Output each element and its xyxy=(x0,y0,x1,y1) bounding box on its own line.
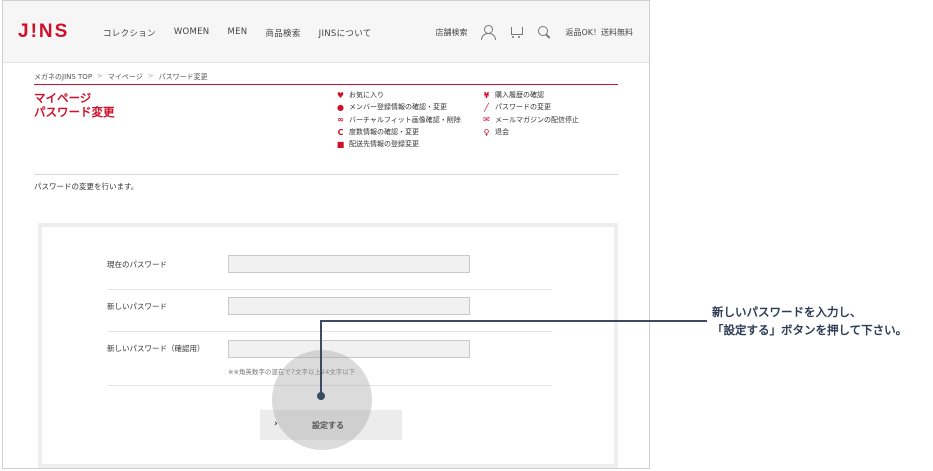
confirm-password-label: 新しいパスワード（確認用） xyxy=(107,344,205,353)
yen-icon: ¥ xyxy=(483,90,490,100)
nav-men[interactable]: MEN xyxy=(227,27,247,39)
callout-line1: 新しいパスワードを入力し、 xyxy=(712,305,862,319)
callout-line xyxy=(320,321,322,395)
menu-item-favorites[interactable]: ♥ お気に入り xyxy=(336,89,461,101)
row-divider xyxy=(107,331,552,332)
menu-item-shipping-address[interactable]: ■ 配送先情報の登録変更 xyxy=(336,138,461,150)
cart-icon[interactable] xyxy=(509,25,524,39)
menu-item-member-info[interactable]: ● メンバー登録情報の確認・変更 xyxy=(336,101,461,113)
nav-collection[interactable]: コレクション xyxy=(103,27,156,39)
menu-item-label: メンバー登録情報の確認・変更 xyxy=(349,103,447,112)
jins-logo[interactable]: J!NS xyxy=(18,21,69,43)
menu-item-label: 配送先情報の登録変更 xyxy=(349,140,419,149)
nav-women[interactable]: WOMEN xyxy=(174,27,210,39)
new-password-label: 新しいパスワード xyxy=(107,302,167,311)
mypage-menu-col1: ♥ お気に入り ● メンバー登録情報の確認・変更 ∞ バーチャルフィット画像確認・削除… xyxy=(336,89,461,150)
shipping-note[interactable]: 返品OK！送料無料 xyxy=(565,27,633,38)
menu-item-label: バーチャルフィット画像確認・削除 xyxy=(349,115,461,124)
key-icon: ♀ xyxy=(483,127,490,137)
page-title-line2: パスワード変更 xyxy=(34,105,115,119)
breadcrumb-separator: > xyxy=(97,72,103,80)
global-nav: コレクション WOMEN MEN 商品検索 JINSについて xyxy=(103,27,372,39)
current-password-label: 現在のパスワード xyxy=(107,260,167,269)
glasses-icon: ∞ xyxy=(337,115,344,125)
menu-item-purchase-history[interactable]: ¥ 購入履歴の確認 xyxy=(482,89,579,101)
current-password-input[interactable] xyxy=(228,255,470,273)
menu-item-label: 退会 xyxy=(495,128,509,137)
breadcrumb-current: パスワード変更 xyxy=(158,73,208,81)
page-title-line1: マイページ xyxy=(34,91,92,105)
user-icon[interactable] xyxy=(481,25,497,40)
confirm-password-input[interactable] xyxy=(228,340,470,358)
mypage-menu-col2: ¥ 購入履歴の確認 ╱ パスワードの変更 ✉ メールマガジンの配信停止 ♀ 退会 xyxy=(482,89,579,138)
breadcrumb-separator: > xyxy=(147,72,154,80)
menu-item-withdraw[interactable]: ♀ 退会 xyxy=(482,126,579,138)
new-password-input[interactable] xyxy=(228,297,470,315)
tap-point xyxy=(317,392,325,400)
header-utilities: 店舗検索 返品OK！送料無料 xyxy=(435,25,633,40)
nav-about-jins[interactable]: JINSについて xyxy=(319,27,372,39)
menu-item-newsletter-stop[interactable]: ✉ メールマガジンの配信停止 xyxy=(482,114,579,126)
mail-icon: ✉ xyxy=(483,115,490,125)
callout-line2: 「設定する」ボタンを押して下さい。 xyxy=(712,323,908,337)
breadcrumb-mypage[interactable]: マイページ xyxy=(108,72,143,82)
menu-item-label: お気に入り xyxy=(349,91,384,100)
menu-item-prescription[interactable]: C 度数情報の確認・変更 xyxy=(336,126,461,138)
truck-icon: ■ xyxy=(336,139,345,149)
c-icon: C xyxy=(337,127,344,137)
menu-item-label: 購入履歴の確認 xyxy=(495,91,544,100)
menu-item-label: メールマガジンの配信停止 xyxy=(495,115,579,124)
callout-text: 新しいパスワードを入力し、 「設定する」ボタンを押して下さい。 xyxy=(712,303,907,339)
menu-item-label: パスワードの変更 xyxy=(495,103,551,112)
intro-text: パスワードの変更を行います。 xyxy=(34,182,139,191)
menu-item-virtual-fit[interactable]: ∞ バーチャルフィット画像確認・削除 xyxy=(336,114,461,126)
row-divider xyxy=(107,289,552,290)
callout-line xyxy=(320,320,707,322)
site-header: J!NS コレクション WOMEN MEN 商品検索 JINSについて 店舗検索… xyxy=(3,1,649,63)
title-divider xyxy=(34,84,618,85)
breadcrumb: メガネのJINS TOP > マイページ > パスワード変更 xyxy=(34,72,208,82)
person-icon: ● xyxy=(337,102,344,112)
menu-item-password-change[interactable]: ╱ パスワードの変更 xyxy=(482,101,579,113)
section-divider xyxy=(34,174,618,175)
search-icon[interactable] xyxy=(537,25,551,39)
store-search-link[interactable]: 店舗検索 xyxy=(435,27,467,38)
heart-icon: ♥ xyxy=(336,90,345,100)
pen-icon: ╱ xyxy=(484,102,489,112)
page-title: マイページ パスワード変更 xyxy=(34,91,115,119)
nav-product-search[interactable]: 商品検索 xyxy=(265,27,300,39)
breadcrumb-top[interactable]: メガネのJINS TOP xyxy=(34,72,92,82)
tap-highlight xyxy=(272,350,372,450)
menu-item-label: 度数情報の確認・変更 xyxy=(349,128,419,137)
